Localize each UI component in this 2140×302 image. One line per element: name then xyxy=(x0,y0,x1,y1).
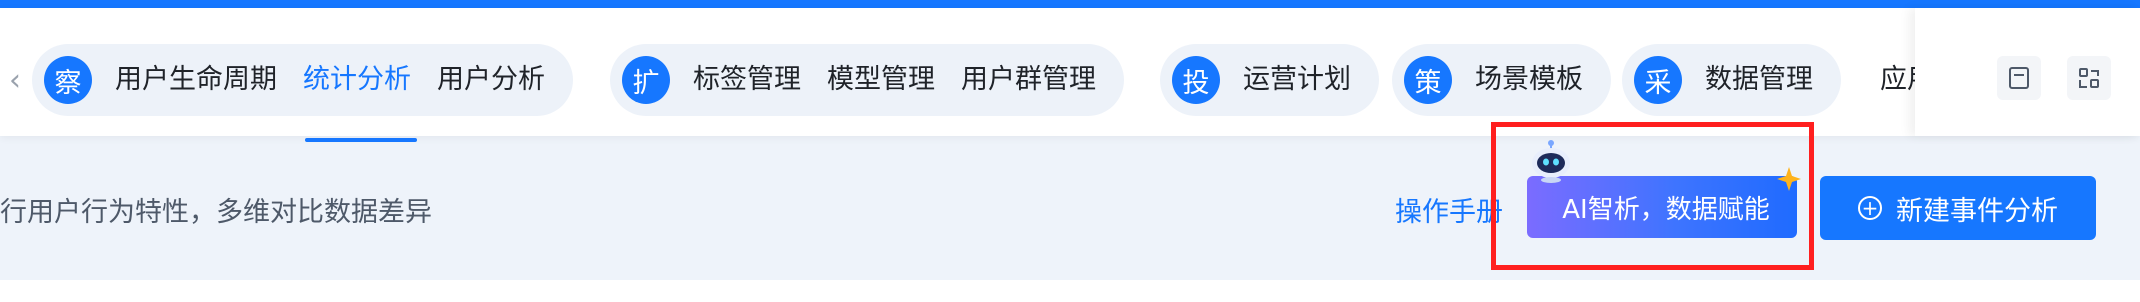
scroll-left-icon[interactable]: ‹ xyxy=(0,56,30,104)
nav-item-scene-template[interactable]: 场景模板 xyxy=(1462,44,1611,116)
content-card xyxy=(0,280,2140,302)
nav-group-badge: 策 xyxy=(1404,56,1452,104)
nav-group-badge: 察 xyxy=(44,56,92,104)
new-button-label: 新建事件分析 xyxy=(1896,195,2058,227)
nav-group-badge: 投 xyxy=(1172,56,1220,104)
document-icon[interactable] xyxy=(1997,56,2041,100)
nav-item-tag-management[interactable]: 标签管理 xyxy=(680,44,814,116)
new-event-analysis-button[interactable]: + 新建事件分析 xyxy=(1820,176,2096,240)
nav-group-collect: 采 数据管理 xyxy=(1622,44,1841,116)
toolbar-panel xyxy=(1915,8,2140,136)
nav-item-overflow[interactable]: 应用 xyxy=(1880,44,1918,116)
page-description: 行用户行为特性，多维对比数据差异 xyxy=(0,197,432,228)
layout-switch-icon[interactable] xyxy=(2067,56,2111,100)
top-accent-bar xyxy=(0,0,2140,8)
nav-group-delivery: 投 运营计划 xyxy=(1160,44,1379,116)
plus-circle-icon: + xyxy=(1858,196,1882,220)
nav-group-insight: 察 用户生命周期 统计分析 用户分析 xyxy=(32,44,573,116)
nav-item-model-management[interactable]: 模型管理 xyxy=(814,44,948,116)
nav-item-lifecycle[interactable]: 用户生命周期 xyxy=(102,44,290,116)
top-navigation: ‹ 察 用户生命周期 统计分析 用户分析 扩 标签管理 模型管理 用户群管理 投… xyxy=(0,8,2140,142)
nav-item-user-analysis[interactable]: 用户分析 xyxy=(424,44,573,116)
highlight-annotation xyxy=(1491,122,1814,270)
nav-group-expand: 扩 标签管理 模型管理 用户群管理 xyxy=(610,44,1124,116)
nav-group-badge: 扩 xyxy=(622,56,670,104)
nav-item-data-management[interactable]: 数据管理 xyxy=(1692,44,1841,116)
nav-item-user-group-management[interactable]: 用户群管理 xyxy=(948,44,1124,116)
nav-item-operation-plan[interactable]: 运营计划 xyxy=(1230,44,1379,116)
nav-group-strategy: 策 场景模板 xyxy=(1392,44,1611,116)
nav-item-statistics[interactable]: 统计分析 xyxy=(290,44,424,116)
nav-group-badge: 采 xyxy=(1634,56,1682,104)
manual-link[interactable]: 操作手册 xyxy=(1395,190,1503,229)
active-tab-indicator xyxy=(305,138,417,142)
